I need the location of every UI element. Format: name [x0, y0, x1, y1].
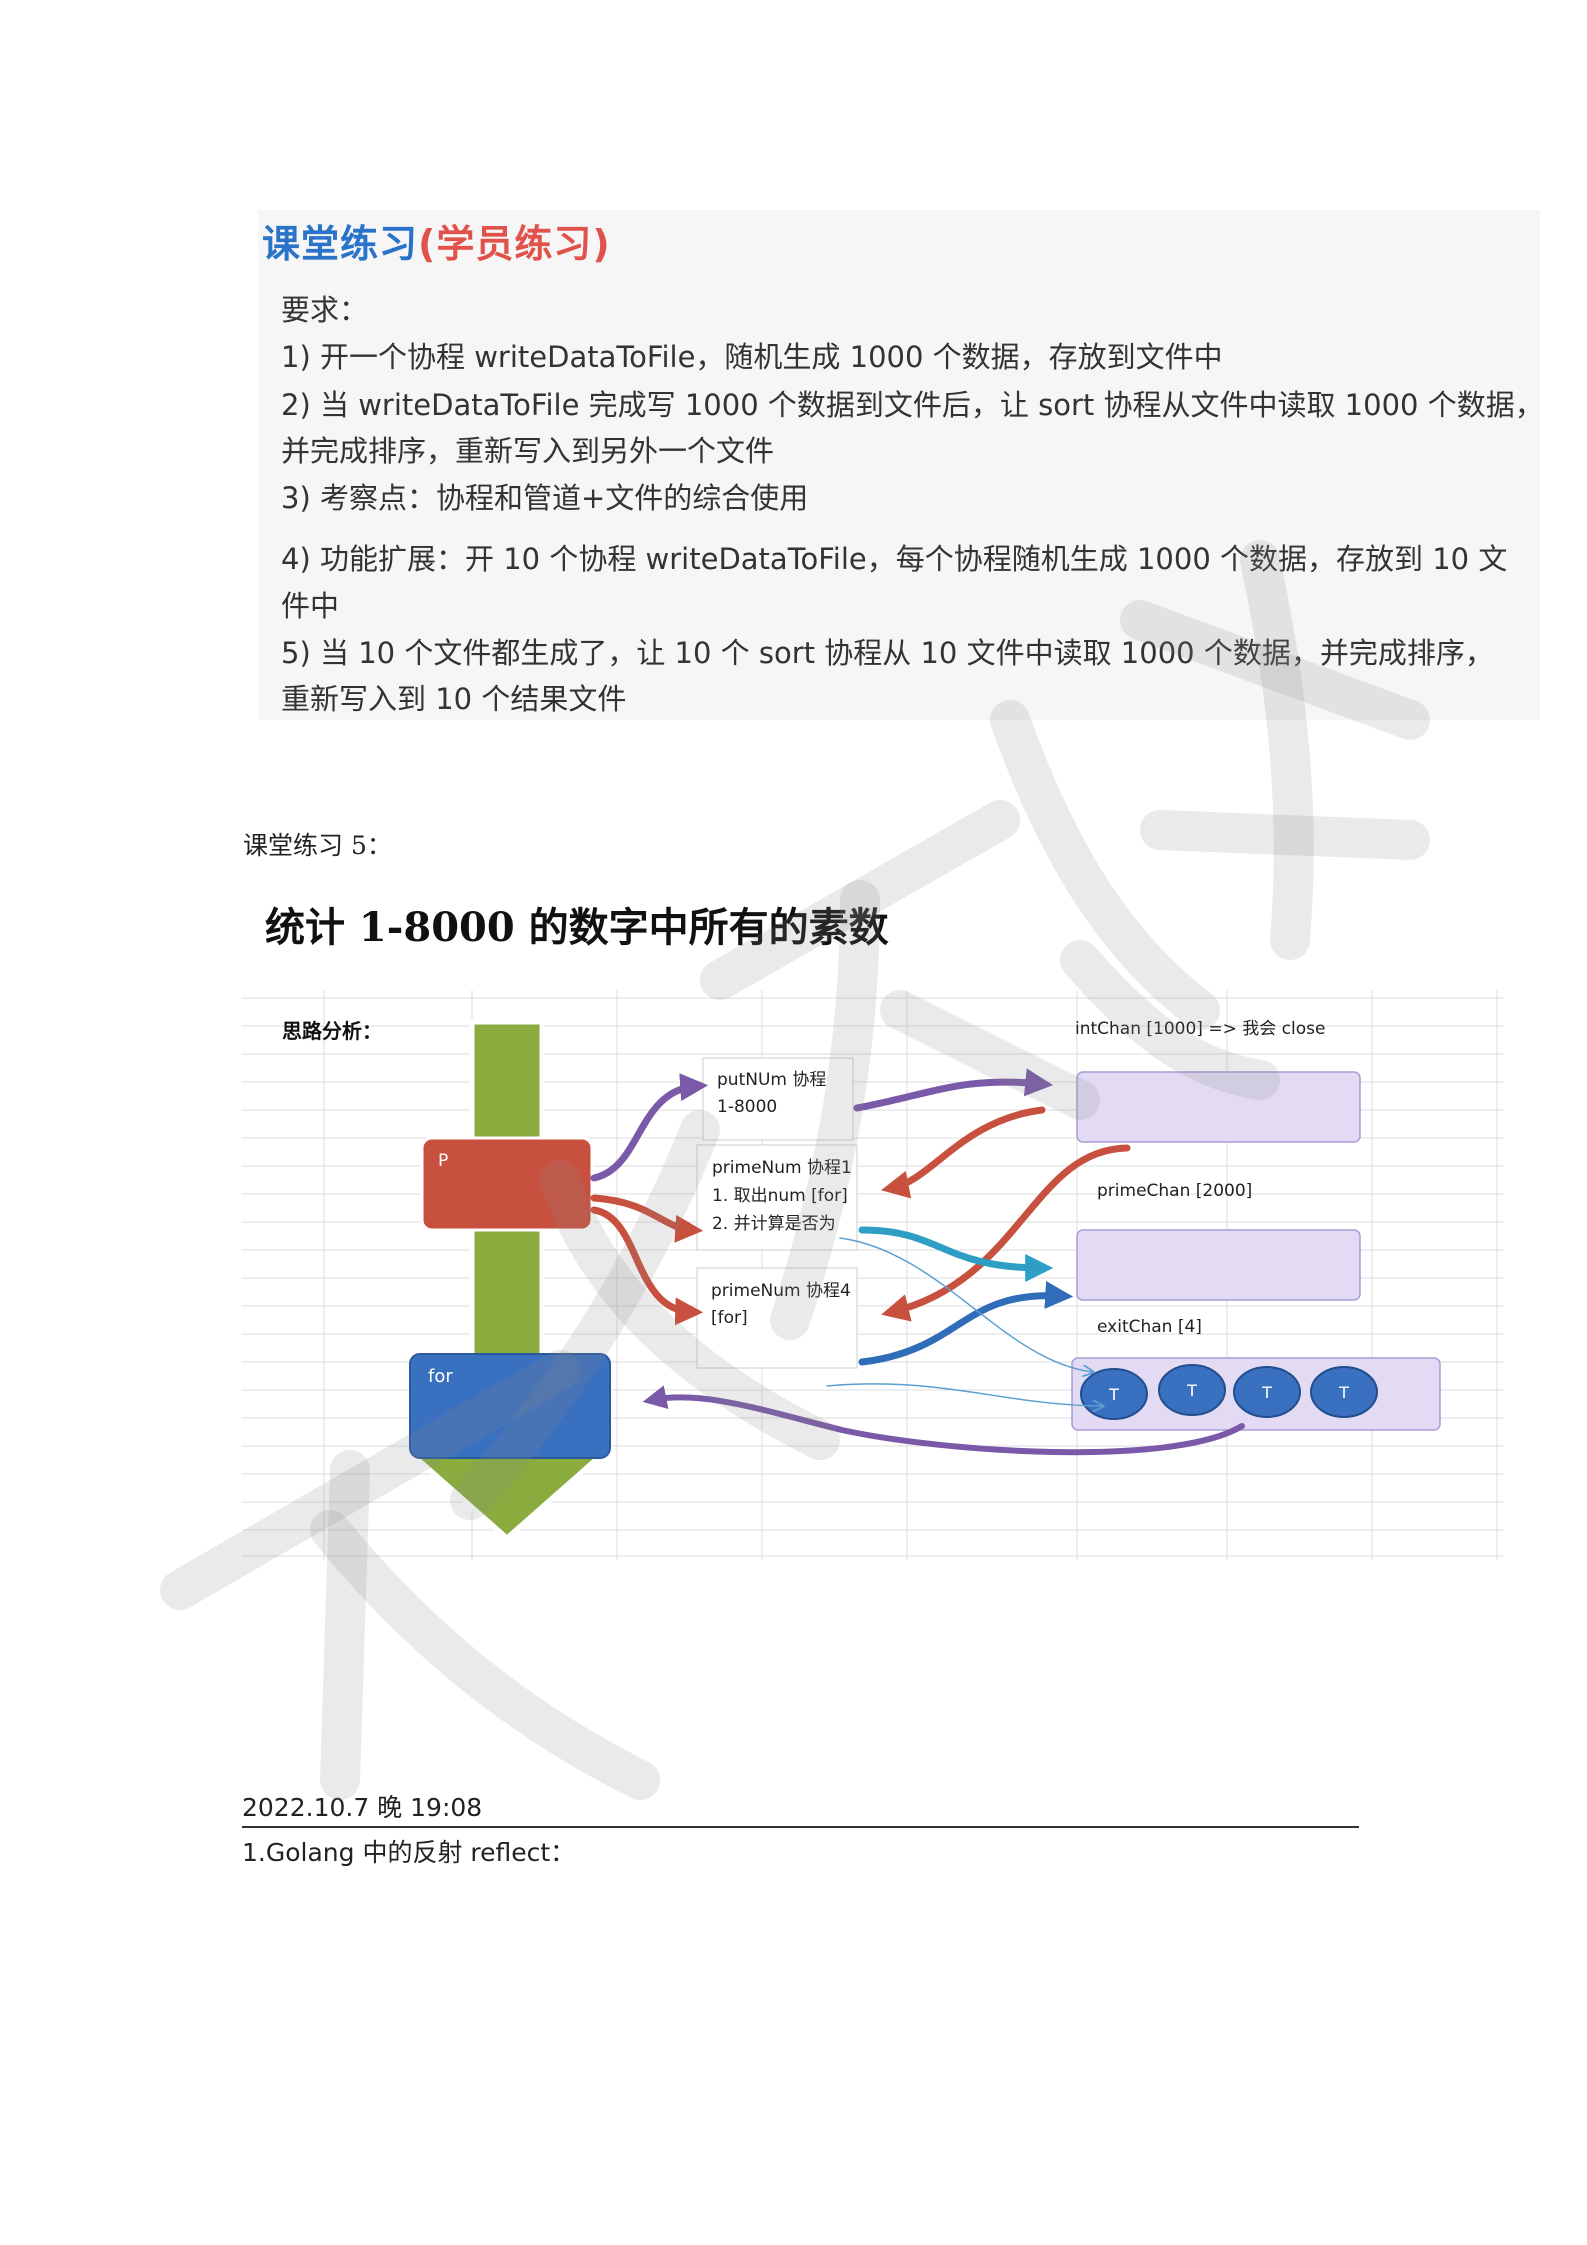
arrow-int-chan-to-prime1 — [881, 1106, 1046, 1199]
arrow-prime1-to-prime-chan — [858, 1226, 1054, 1282]
for-label: for — [428, 1366, 453, 1387]
flow-down-arrow — [407, 1019, 607, 1542]
requirement-line: 要求： — [281, 293, 369, 327]
exit-token-label: T — [1108, 1385, 1119, 1404]
arrow-put-to-int-chan — [853, 1068, 1054, 1112]
heading-blue-part: 课堂练习 — [262, 222, 419, 266]
exit-token-label: T — [1186, 1381, 1197, 1400]
exit-token-label: T — [1261, 1383, 1272, 1402]
exercise-heading: 课堂练习(学员练习) — [262, 213, 611, 268]
prime-num-4-line: primeNum 协程4 — [711, 1281, 851, 1301]
prime-chan-box — [1076, 1229, 1361, 1301]
put-num-line: putNUm 协程 — [717, 1070, 826, 1090]
requirement-line: 3) 考察点：协程和管道+文件的综合使用 — [281, 481, 809, 515]
requirement-line: 并完成排序，重新写入到另外一个文件 — [281, 434, 775, 468]
put-num-line: 1-8000 — [717, 1097, 777, 1117]
requirement-line: 重新写入到 10 个结果文件 — [281, 682, 627, 716]
prime-num-1-line: primeNum 协程1 — [712, 1158, 852, 1178]
goroutine-diagram: P for 思路分析： putNUm 协程 1-8000 primeNum 协程… — [242, 990, 1504, 1560]
int-chan-box — [1076, 1071, 1361, 1143]
requirement-line: 2) 当 writeDataToFile 完成写 1000 个数据到文件后，让 … — [281, 388, 1544, 422]
int-chan-label: intChan [1000] => 我会 close — [1075, 1019, 1325, 1039]
prime-num-1-line: 2. 并计算是否为 — [712, 1214, 836, 1234]
task-title: 统计 1-8000 的数字中所有的素数 — [265, 904, 889, 951]
requirement-line: 5) 当 10 个文件都生成了，让 10 个 sort 协程从 10 文件中读取… — [281, 636, 1494, 670]
exercise-label: 课堂练习 5： — [243, 831, 392, 860]
requirement-line: 1) 开一个协程 writeDataToFile，随机生成 1000 个数据，存… — [281, 340, 1223, 374]
note-divider — [242, 1826, 1359, 1828]
exit-token-label: T — [1338, 1383, 1349, 1402]
prime-num-1-line: 1. 取出num [for] — [712, 1186, 848, 1206]
thin-arrow-prime4-to-exit — [826, 1383, 1102, 1406]
note-date: 2022.10.7 晚 19:08 — [242, 1793, 483, 1822]
analysis-label: 思路分析： — [282, 1019, 382, 1043]
requirement-line: 4) 功能扩展：开 10 个协程 writeDataToFile，每个协程随机生… — [281, 542, 1508, 576]
exit-chan-label: exitChan [4] — [1097, 1317, 1202, 1337]
arrow-p-to-put — [590, 1073, 709, 1182]
requirement-line: 件中 — [281, 589, 340, 623]
heading-red-part: (学员练习) — [418, 222, 611, 266]
p-label: P — [438, 1151, 448, 1171]
note-line: 1.Golang 中的反射 reflect： — [242, 1838, 576, 1867]
prime-num-4-line: [for] — [711, 1308, 748, 1328]
prime-chan-label: primeChan [2000] — [1097, 1181, 1252, 1201]
